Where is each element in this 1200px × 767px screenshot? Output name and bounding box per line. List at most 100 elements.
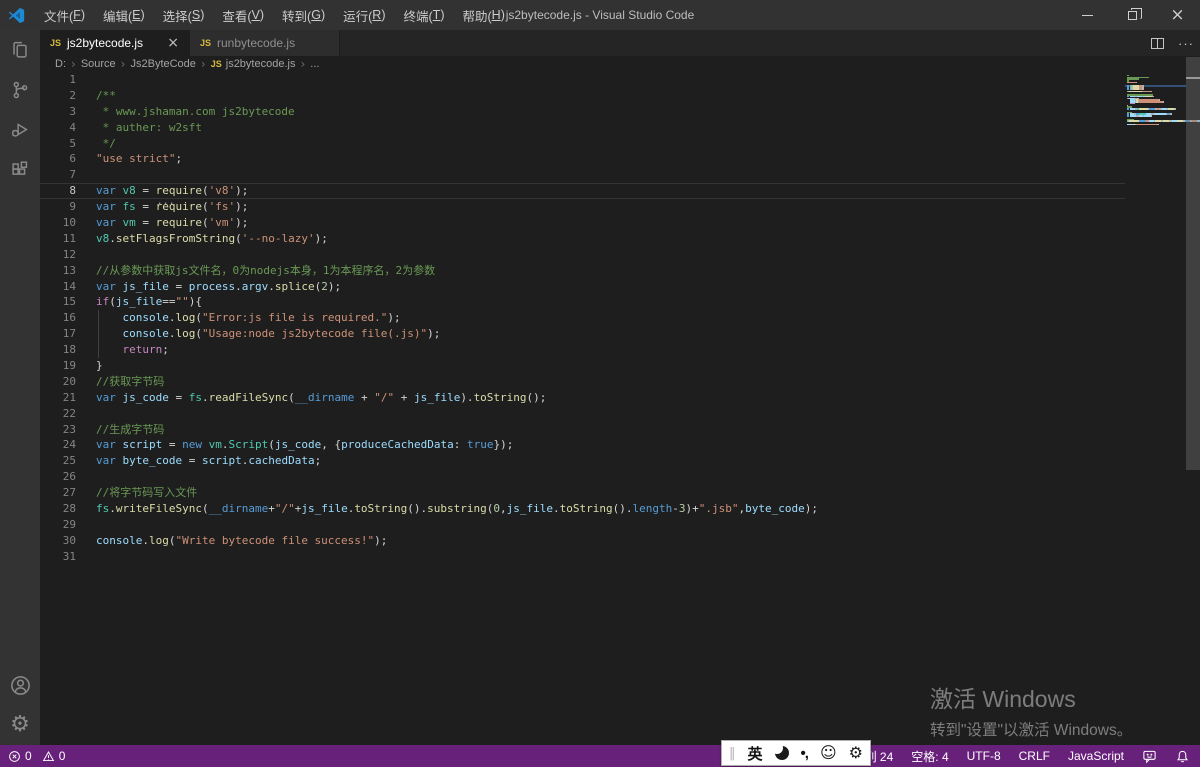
line-number[interactable]: 2 xyxy=(40,88,90,104)
editor-scrollbar[interactable] xyxy=(1186,57,1200,470)
explorer-icon[interactable] xyxy=(0,30,40,70)
line-number[interactable]: 5 xyxy=(40,136,90,152)
code-line[interactable]: 22 xyxy=(40,406,1125,422)
notifications-bell-icon[interactable] xyxy=(1175,749,1190,764)
line-number[interactable]: 1 xyxy=(40,72,90,88)
code-line[interactable]: 24 var script = new vm.Script(js_code, {p… xyxy=(40,437,1125,453)
code-line[interactable]: 13 //从参数中获取js文件名，0为nodejs本身，1为本程序名，2为参数 xyxy=(40,263,1125,279)
language-mode[interactable]: JavaScript xyxy=(1068,749,1124,763)
split-editor-icon[interactable] xyxy=(1151,37,1164,49)
line-number[interactable]: 25 xyxy=(40,453,90,469)
code-line[interactable]: 9 var fs = require('fs'); xyxy=(40,199,1125,215)
code-line[interactable]: 14 var js_file = process.argv.splice(2); xyxy=(40,279,1125,295)
code-line[interactable]: 17 console.log("Usage:node js2bytecode f… xyxy=(40,326,1125,343)
breadcrumb-item[interactable]: JS js2bytecode.js xyxy=(209,58,298,70)
line-number[interactable]: 6 xyxy=(40,151,90,167)
breadcrumb-item[interactable]: ... xyxy=(308,58,321,70)
menu-go[interactable]: 转到(G) xyxy=(273,0,334,30)
menu-help[interactable]: 帮助(H) xyxy=(453,0,513,30)
menu-terminal[interactable]: 终端(T) xyxy=(395,0,454,30)
restore-button[interactable] xyxy=(1110,0,1155,30)
code-line[interactable]: 16 console.log("Error:js file is require… xyxy=(40,310,1125,327)
tab-close-icon[interactable]: × xyxy=(155,35,179,51)
line-number[interactable]: 28 xyxy=(40,501,90,517)
line-number[interactable]: 13 xyxy=(40,263,90,279)
breadcrumb-item[interactable]: Js2ByteCode xyxy=(128,58,197,70)
code-line[interactable]: 7 xyxy=(40,167,1125,183)
menu-view[interactable]: 查看(V) xyxy=(213,0,273,30)
line-number[interactable]: 27 xyxy=(40,485,90,501)
ime-fullwidth-moon-icon[interactable] xyxy=(770,742,789,760)
code-editor[interactable]: 1 2/** 3 * www.jshaman.com js2bytecode 4 * … xyxy=(40,72,1200,745)
ime-toolbar[interactable]: ‖ 英 •, ☺ ⚙ xyxy=(721,740,871,766)
line-number[interactable]: 21 xyxy=(40,390,90,406)
line-number[interactable]: 11 xyxy=(40,231,90,247)
settings-gear-icon[interactable]: ⚙ xyxy=(0,705,40,745)
account-icon[interactable] xyxy=(0,665,40,705)
code-line[interactable]: 23 //生成字节码 xyxy=(40,422,1125,438)
line-number[interactable]: 19 xyxy=(40,358,90,374)
code-line[interactable]: 25 var byte_code = script.cachedData; xyxy=(40,453,1125,469)
code-line[interactable]: 10 var vm = require('vm'); xyxy=(40,215,1125,231)
code-line[interactable]: 8var v8 = require('v8'); xyxy=(40,183,1125,204)
code-line[interactable]: 5 */ xyxy=(40,136,1125,152)
code-line[interactable]: 26 xyxy=(40,469,1125,485)
code-line[interactable]: 28 fs.writeFileSync(__dirname+"/"+js_file… xyxy=(40,501,1125,517)
eol-sequence[interactable]: CRLF xyxy=(1019,749,1050,763)
code-line[interactable]: 6 "use strict"; xyxy=(40,151,1125,167)
run-debug-icon[interactable] xyxy=(0,110,40,150)
breadcrumb-item[interactable]: Source xyxy=(79,58,118,70)
line-number[interactable]: 24 xyxy=(40,437,90,453)
line-number[interactable]: 15 xyxy=(40,294,90,310)
close-button[interactable]: × xyxy=(1155,0,1200,30)
line-number[interactable]: 20 xyxy=(40,374,90,390)
code-line[interactable]: 29 xyxy=(40,517,1125,533)
minimize-button[interactable] xyxy=(1065,0,1110,30)
more-actions-icon[interactable]: ··· xyxy=(1178,37,1194,50)
ime-settings-gear-icon[interactable]: ⚙ xyxy=(849,745,863,761)
indentation[interactable]: 空格: 4 xyxy=(911,748,948,765)
ime-drag-handle-icon[interactable]: ‖ xyxy=(729,746,736,761)
code-line[interactable]: 15 if(js_file==""){ xyxy=(40,294,1125,310)
menu-edit[interactable]: 编辑(E) xyxy=(94,0,154,30)
line-number[interactable]: 14 xyxy=(40,279,90,295)
minimap[interactable] xyxy=(1125,73,1200,127)
line-number[interactable]: 9 xyxy=(40,199,90,215)
tab-js2bytecode[interactable]: JS js2bytecode.js × xyxy=(40,30,190,56)
encoding[interactable]: UTF-8 xyxy=(967,749,1001,763)
ime-emoji-button[interactable]: ☺ xyxy=(820,745,837,761)
line-number[interactable]: 18 xyxy=(40,342,90,358)
line-number[interactable]: 10 xyxy=(40,215,90,231)
code-line[interactable]: 11 v8.setFlagsFromString('--no-lazy'); xyxy=(40,231,1125,247)
line-number[interactable]: 8 xyxy=(40,183,90,199)
code-line[interactable]: 20 //获取字节码 xyxy=(40,374,1125,390)
line-number[interactable]: 7 xyxy=(40,167,90,183)
line-number[interactable]: 31 xyxy=(40,549,90,565)
code-line[interactable]: 3 * www.jshaman.com js2bytecode xyxy=(40,104,1125,120)
extensions-icon[interactable] xyxy=(0,150,40,190)
code-line[interactable]: 12 xyxy=(40,247,1125,263)
code-line[interactable]: 18 return; xyxy=(40,342,1125,358)
line-number[interactable]: 12 xyxy=(40,247,90,263)
feedback-icon[interactable] xyxy=(1142,749,1157,764)
code-line[interactable]: 4 * auther: w2sft xyxy=(40,120,1125,136)
line-number[interactable]: 17 xyxy=(40,326,90,342)
code-line[interactable]: 27 //将字节码写入文件 xyxy=(40,485,1125,501)
code-line[interactable]: 31 xyxy=(40,549,1125,565)
source-control-icon[interactable] xyxy=(0,70,40,110)
ime-language-mode-button[interactable]: 英 xyxy=(748,743,763,764)
code-line[interactable]: 30 console.log("Write bytecode file succe… xyxy=(40,533,1125,549)
code-line[interactable]: 2 /** xyxy=(40,88,1125,104)
tab-runbytecode[interactable]: JS runbytecode.js xyxy=(190,30,340,56)
menu-file[interactable]: 文件(F) xyxy=(35,0,94,30)
code-line[interactable]: 19} xyxy=(40,358,1125,374)
breadcrumb-item[interactable]: D: xyxy=(53,58,68,70)
code-line[interactable]: 21 var js_code = fs.readFileSync(__dirnam… xyxy=(40,390,1125,406)
line-number[interactable]: 30 xyxy=(40,533,90,549)
line-number[interactable]: 4 xyxy=(40,120,90,136)
ime-punctuation-button[interactable]: •, xyxy=(801,745,809,762)
line-number[interactable]: 22 xyxy=(40,406,90,422)
menu-run[interactable]: 运行(R) xyxy=(334,0,394,30)
code-line[interactable]: 1 xyxy=(40,72,1125,88)
line-number[interactable]: 3 xyxy=(40,104,90,120)
